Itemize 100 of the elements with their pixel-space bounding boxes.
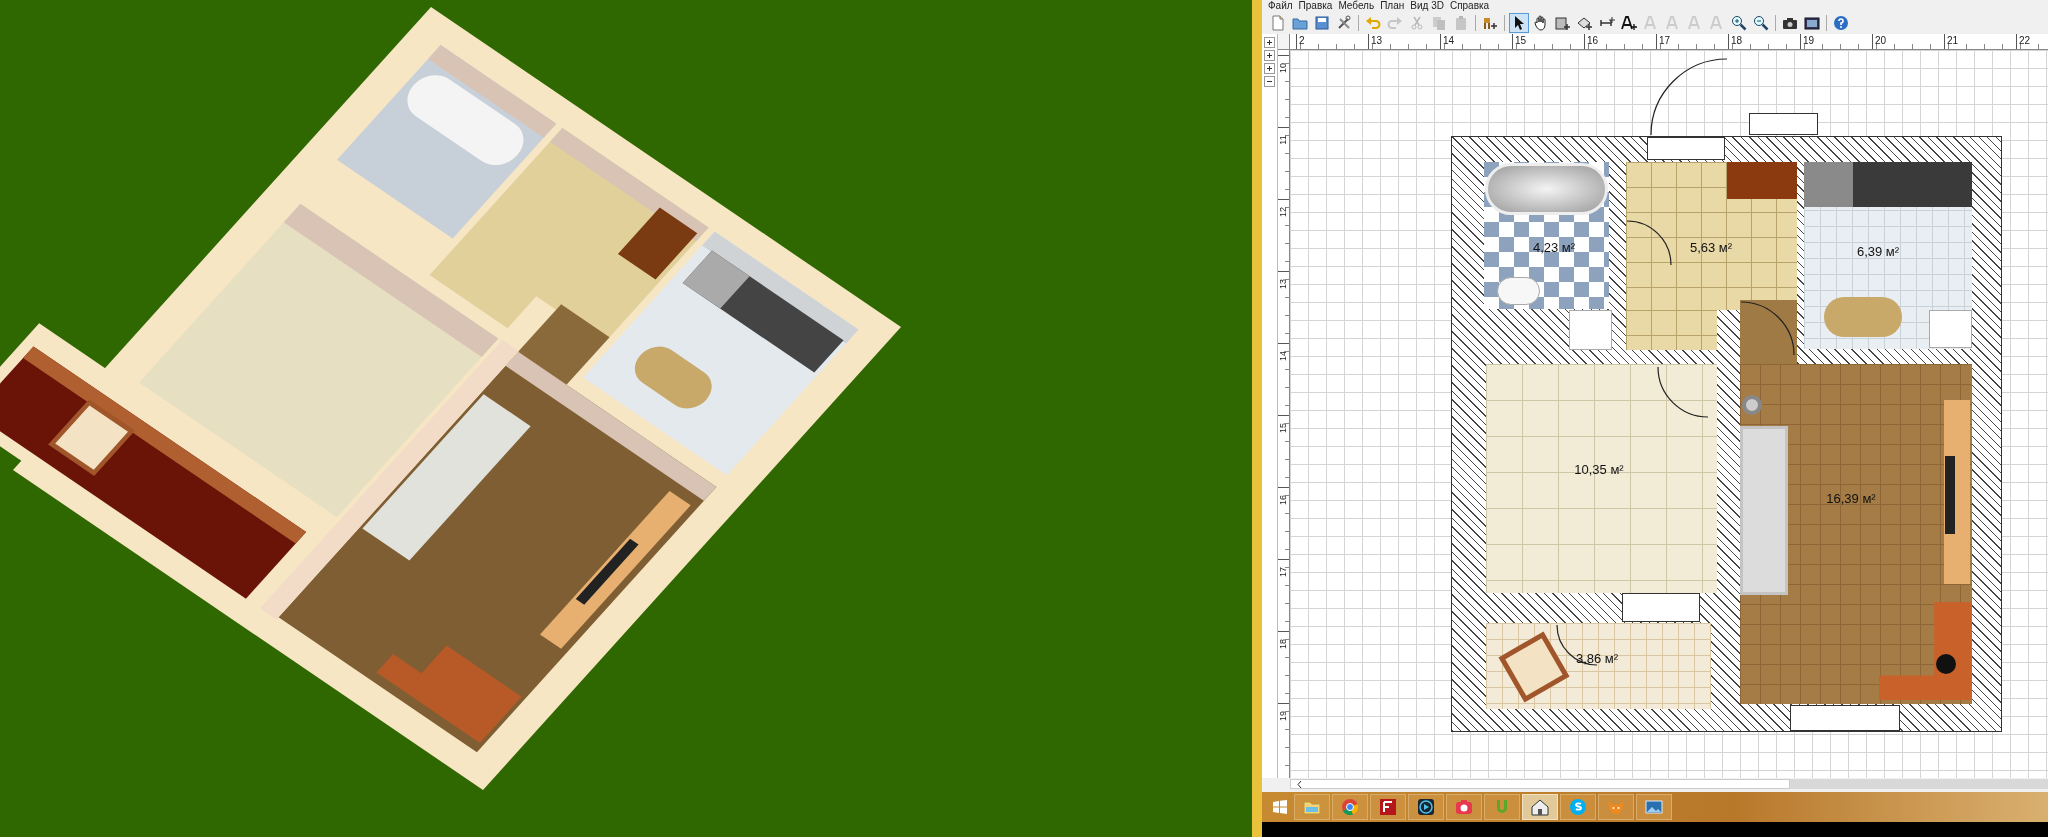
floor-background[interactable]: 16,39 м² [1740, 364, 1972, 704]
ruler-label: 17 [1659, 34, 1671, 47]
expand-button[interactable] [1264, 63, 1275, 74]
scissors-icon [1409, 15, 1425, 31]
ruler-label: 13 [1371, 34, 1383, 47]
floor-background[interactable] [1740, 300, 1797, 364]
ruler-label: 18 [1731, 34, 1743, 47]
help-button[interactable] [1831, 13, 1851, 33]
ruler-label: 22 [2019, 34, 2031, 47]
menu-item[interactable]: Вид 3D [1410, 0, 1444, 12]
floor-lamp[interactable] [1742, 395, 1762, 415]
new-file-icon [1270, 15, 1286, 31]
toilet[interactable] [1497, 277, 1540, 305]
taskbar-button[interactable] [1408, 794, 1444, 820]
play-icon [1416, 797, 1436, 817]
letter-style-icon [1665, 15, 1681, 31]
house-icon [1530, 797, 1550, 817]
room-area-label: 3,86 м² [1575, 650, 1619, 669]
room-area-label: 16,39 м² [1826, 490, 1876, 509]
door-swing [1657, 366, 1709, 418]
zoom-out-icon [1753, 15, 1769, 31]
floor-background[interactable]: 5,63 м² [1626, 162, 1797, 310]
ruler-label: 19 [1803, 34, 1815, 47]
ruler-label: 21 [1947, 34, 1959, 47]
browser-icon [1340, 797, 1360, 817]
ruler-label: 14 [1278, 351, 1289, 361]
picture-icon [1644, 797, 1664, 817]
bathtub[interactable] [1485, 163, 1608, 215]
copy-icon [1431, 15, 1447, 31]
expand-button[interactable] [1264, 50, 1275, 61]
undo-icon [1365, 15, 1381, 31]
ruler-label: 10 [1278, 63, 1289, 73]
room-area-label: 10,35 м² [1574, 461, 1624, 480]
redo-icon [1387, 15, 1403, 31]
app-tile-icon [1378, 797, 1398, 817]
ruler-label: 18 [1278, 639, 1289, 649]
ruler-label: 16 [1278, 495, 1289, 505]
window[interactable] [1790, 705, 1900, 731]
tools-icon [1336, 15, 1352, 31]
chair[interactable] [1936, 654, 1956, 674]
menu-item[interactable]: Мебель [1338, 0, 1375, 12]
ruler-label: 12 [1278, 207, 1289, 217]
zoom-out-button[interactable] [1751, 13, 1771, 33]
menu-item[interactable]: План [1380, 0, 1405, 12]
add-text-button[interactable] [1619, 13, 1639, 33]
scroll-left-icon[interactable] [1297, 780, 1302, 788]
zoom-in-button[interactable] [1729, 13, 1749, 33]
ruler-label: 15 [1515, 34, 1527, 47]
horizontal-scrollbar[interactable] [1290, 779, 1790, 789]
room-area-label: 5,63 м² [1689, 239, 1733, 258]
room-area-label: 6,39 м² [1856, 243, 1900, 262]
letter-add-icon [1621, 15, 1637, 31]
ruler-label: 15 [1278, 423, 1289, 433]
video-camera-icon [1804, 15, 1820, 31]
ruler-label: 17 [1278, 567, 1289, 577]
washing-machine[interactable] [1569, 310, 1612, 350]
wall-icon [1555, 15, 1571, 31]
ruler-label: 2 [1299, 34, 1305, 47]
ruler-label: 20 [1875, 34, 1887, 47]
desk[interactable] [1879, 602, 1971, 700]
expand-button[interactable] [1264, 37, 1275, 48]
door-swing [1740, 301, 1795, 356]
hand-icon [1533, 15, 1549, 31]
menu-item[interactable]: Файл [1268, 0, 1293, 12]
tv-stand[interactable] [1944, 400, 1970, 584]
clipboard-icon [1453, 15, 1469, 31]
doorway[interactable] [1622, 593, 1700, 622]
save-icon [1314, 15, 1330, 31]
menu-item[interactable]: Справка [1449, 0, 1490, 12]
ruler-label: 14 [1443, 34, 1455, 47]
letter-style-icon [1709, 15, 1725, 31]
window[interactable] [1647, 137, 1725, 160]
help-icon [1833, 15, 1849, 31]
letter-style-icon [1687, 15, 1703, 31]
fridge[interactable] [1929, 310, 1972, 348]
floor-background[interactable] [1626, 310, 1717, 350]
taskbar-button[interactable] [1446, 794, 1482, 820]
balcony-ledge[interactable] [1749, 113, 1818, 135]
door-swing [1626, 220, 1672, 266]
kitchen-counter[interactable] [1804, 162, 1972, 207]
room-icon [1577, 15, 1593, 31]
letter-style-icon [1643, 15, 1659, 31]
floor-background[interactable]: 6,39 м² [1804, 162, 1972, 349]
taskbar-button[interactable] [1370, 794, 1406, 820]
folder-icon [1292, 15, 1308, 31]
menu-item[interactable]: Правка [1298, 0, 1333, 12]
floor-background[interactable]: 10,35 м² [1486, 364, 1717, 593]
windows-logo-icon [1273, 800, 1287, 814]
dining-table[interactable] [1824, 297, 1902, 337]
ruler-label: 11 [1278, 135, 1289, 145]
ruler-label: 19 [1278, 711, 1289, 721]
floor-background[interactable]: 3,86 м² [1486, 623, 1711, 709]
zoom-in-icon [1731, 15, 1747, 31]
save-button[interactable] [1312, 13, 1332, 33]
collapse-button[interactable] [1264, 76, 1275, 87]
3d-view[interactable] [0, 0, 1252, 837]
camera-icon [1782, 15, 1798, 31]
select-button[interactable] [1509, 13, 1529, 33]
ruler-label: 13 [1278, 279, 1289, 289]
ruler-label: 16 [1587, 34, 1599, 47]
